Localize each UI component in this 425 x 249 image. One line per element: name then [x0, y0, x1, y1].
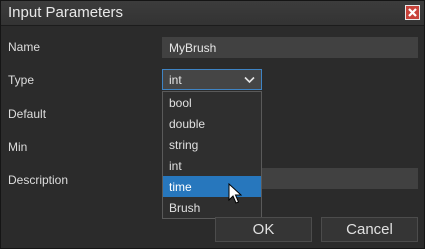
title-bar[interactable]: Input Parameters — [1, 1, 424, 26]
option-time[interactable]: time — [163, 176, 261, 197]
type-select[interactable]: int — [162, 69, 262, 90]
close-button[interactable] — [405, 5, 420, 20]
option-bool[interactable]: bool — [163, 92, 261, 113]
default-label: Default — [8, 107, 47, 121]
ok-button[interactable]: OK — [215, 217, 312, 242]
description-label: Description — [8, 173, 69, 187]
input-parameters-dialog: Input Parameters Name Type Default Min D… — [0, 0, 425, 249]
option-brush[interactable]: Brush — [163, 197, 261, 218]
mouse-pointer-icon — [228, 183, 242, 204]
min-label: Min — [8, 140, 28, 154]
type-select-value: int — [169, 73, 182, 87]
dialog-title: Input Parameters — [8, 4, 124, 21]
option-double[interactable]: double — [163, 113, 261, 134]
option-int[interactable]: int — [163, 155, 261, 176]
cancel-button[interactable]: Cancel — [321, 217, 418, 242]
name-label: Name — [8, 40, 41, 54]
type-label: Type — [8, 73, 35, 87]
name-field[interactable]: MyBrush — [162, 37, 418, 58]
option-string[interactable]: string — [163, 134, 261, 155]
type-dropdown-list: bool double string int time Brush — [162, 91, 262, 219]
close-icon — [408, 8, 417, 17]
chevron-down-icon — [244, 76, 255, 84]
